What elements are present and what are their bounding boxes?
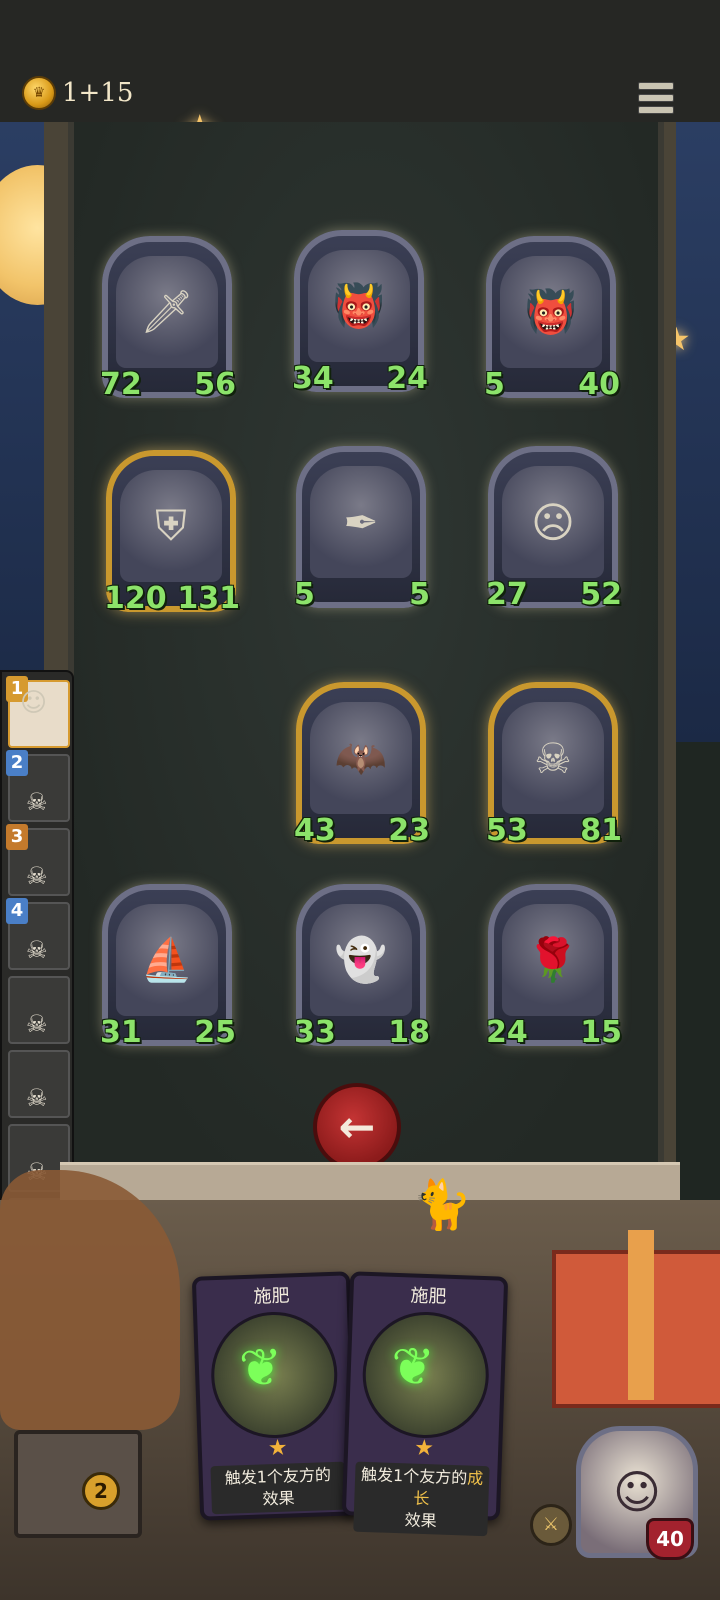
desc-suffix: 效果 <box>262 1488 295 1509</box>
minion-card-knight[interactable]: ⛨ 120 131 <box>102 450 242 623</box>
spear-boy-icon: 🗡 <box>116 256 218 368</box>
health-value: 81 <box>580 813 624 855</box>
banshee-icon: 👻 <box>310 904 412 1016</box>
card-title: 施肥 <box>253 1285 290 1308</box>
minion-card-gargoyle-b[interactable]: 👹 5 40 <box>482 236 622 409</box>
health-value: 52 <box>580 577 624 619</box>
desc-prefix: 触发1个友方的 <box>360 1464 468 1488</box>
vine-icon: ❦ <box>237 1337 284 1400</box>
card-description: 触发1个友方的 效果 <box>210 1461 347 1515</box>
attack-value: 53 <box>484 813 528 855</box>
skull-icon: ☠ <box>26 862 48 890</box>
slot-number: 4 <box>6 898 28 924</box>
ghost-ship-icon: ⛵ <box>116 904 218 1016</box>
health-value: 40 <box>578 367 622 409</box>
minion-card-scribe[interactable]: ✒ 5 5 <box>292 446 432 619</box>
gold-text: 1+15 <box>62 78 134 108</box>
masked-warrior-icon: ☠ <box>502 702 604 814</box>
hand-card-1[interactable]: 施肥 ❦ ★ 触发1个友方的 效果 <box>191 1271 359 1521</box>
slot-number: 2 <box>6 750 28 776</box>
health-value: 15 <box>580 1015 624 1057</box>
desc-prefix: 触发1个友方的 <box>224 1465 332 1488</box>
sword-icon[interactable]: ⚔ <box>530 1504 572 1546</box>
star-icon: ★ <box>413 1435 435 1462</box>
gold-counter: ♛ 1+15 <box>22 76 133 110</box>
player-avatar: ☺ <box>20 688 48 718</box>
desc-suffix: 效果 <box>404 1510 437 1531</box>
opponent-slot-4[interactable]: 4 ☠ <box>6 898 70 970</box>
opponent-slot-2[interactable]: 2 ☠ <box>6 750 70 822</box>
minion-card-ship[interactable]: ⛵ 31 25 <box>98 884 238 1057</box>
crown-coin-icon: ♛ <box>22 76 56 110</box>
rose-monk-icon: 🌹 <box>502 904 604 1016</box>
black-cat-icon: 🐈 <box>412 1177 472 1233</box>
health-value: 24 <box>386 361 430 403</box>
knight-helmet-icon: ⛨ <box>120 470 222 582</box>
deck-chest-icon[interactable] <box>14 1430 142 1538</box>
minion-card-imp[interactable]: 🦇 43 23 <box>292 682 432 855</box>
arrow-left-icon: ← <box>338 1101 376 1153</box>
menu-icon[interactable] <box>638 82 674 114</box>
opponent-slot-5[interactable]: ☠ <box>8 976 70 1044</box>
skull-icon: ☠ <box>26 1084 48 1112</box>
attack-value: 43 <box>292 813 336 855</box>
minion-card-rose-monk[interactable]: 🌹 24 15 <box>484 884 624 1057</box>
minion-card-brute[interactable]: ☹ 27 52 <box>484 446 624 619</box>
health-value: 131 <box>177 581 242 623</box>
minion-card-masked-warrior[interactable]: ☠ 53 81 <box>484 682 624 855</box>
attack-value: 72 <box>98 367 142 409</box>
skull-icon: ☠ <box>26 1010 48 1038</box>
health-value: 56 <box>194 367 238 409</box>
health-value: 18 <box>388 1015 432 1057</box>
opponent-slot-3[interactable]: 3 ☠ <box>6 824 70 896</box>
opponent-slot-6[interactable]: ☠ <box>8 1050 70 1118</box>
health-value: 25 <box>194 1015 238 1057</box>
attack-value: 33 <box>292 1015 336 1057</box>
minion-card-spearman[interactable]: 🗡 72 56 <box>98 236 238 409</box>
attack-value: 24 <box>484 1015 528 1057</box>
top-bar: ♛ 1+15 <box>0 0 720 124</box>
attack-value: 120 <box>102 581 167 623</box>
health-value: 5 <box>392 577 432 619</box>
minion-card-gargoyle-a[interactable]: 👹 34 24 <box>290 230 430 403</box>
attack-value: 5 <box>482 367 522 409</box>
attack-value: 31 <box>98 1015 142 1057</box>
gargoyle-icon: 👹 <box>500 256 602 368</box>
slot-number: 3 <box>6 824 28 850</box>
gargoyle-icon: 👹 <box>308 250 410 362</box>
brute-icon: ☹ <box>502 466 604 578</box>
opponent-slot-1[interactable]: 1 ☺ <box>6 676 70 748</box>
hero-health: 40 <box>646 1518 694 1560</box>
back-button[interactable]: ← <box>313 1083 401 1171</box>
gift-ribbon-decoration <box>628 1230 654 1400</box>
skull-icon: ☠ <box>26 788 48 816</box>
minion-card-banshee[interactable]: 👻 33 18 <box>292 884 432 1057</box>
scribe-icon: ✒ <box>310 466 412 578</box>
card-title: 施肥 <box>410 1285 447 1308</box>
attack-value: 27 <box>484 577 528 619</box>
skull-icon: ☠ <box>26 936 48 964</box>
attack-value: 5 <box>292 577 332 619</box>
card-description: 触发1个友方的成长 效果 <box>353 1461 490 1537</box>
deck-count: 2 <box>82 1472 120 1510</box>
health-value: 23 <box>388 813 432 855</box>
bat-imp-icon: 🦇 <box>310 702 412 814</box>
attack-value: 34 <box>290 361 334 403</box>
star-icon: ★ <box>267 1435 288 1462</box>
vine-icon: ❦ <box>389 1336 436 1399</box>
hand-card-2[interactable]: 施肥 ❦ ★ 触发1个友方的成长 效果 <box>341 1271 509 1537</box>
